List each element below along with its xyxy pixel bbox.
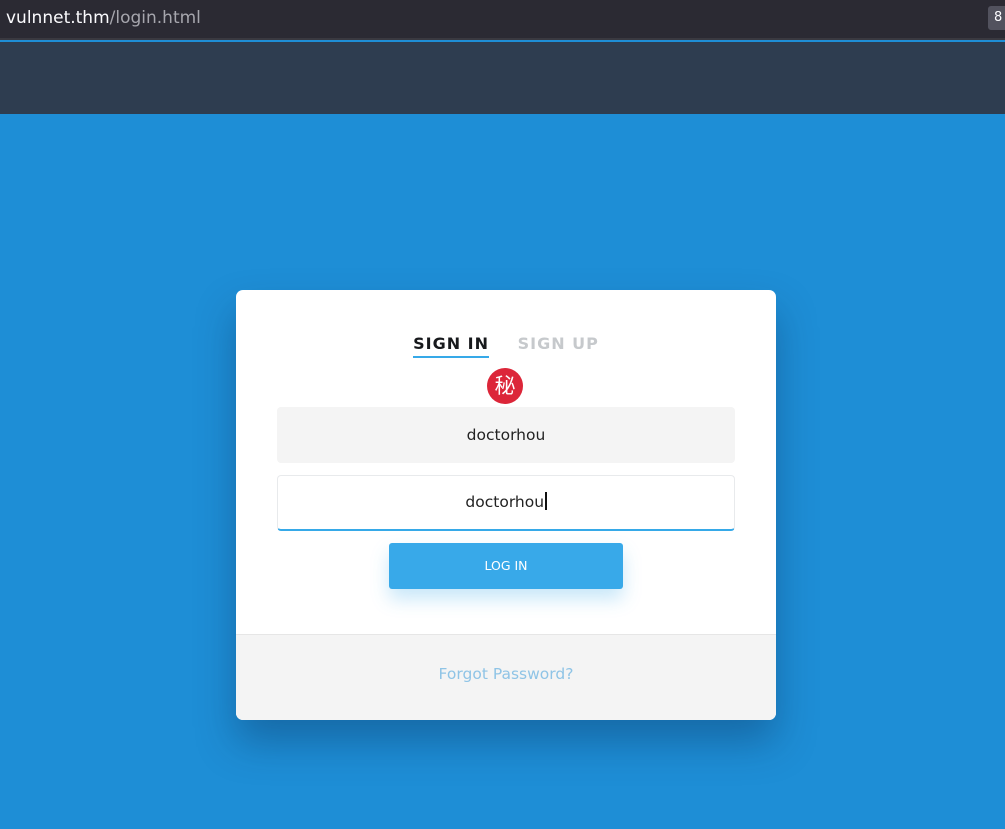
password-value: doctorhou [465,493,545,511]
login-card: SIGN IN SIGN UP 秘 doctorhou doctorhou LO… [236,290,776,720]
url-host: vulnnet.thm [6,8,110,28]
url-path: /login.html [109,8,201,28]
tab-sign-up[interactable]: SIGN UP [518,334,599,353]
url-text[interactable]: vulnnet.thm/login.html [6,7,201,29]
text-caret [545,492,547,510]
username-input[interactable]: doctorhou [277,407,735,463]
secret-logo-icon: 秘 [487,368,523,404]
password-input[interactable]: doctorhou [277,475,735,531]
browser-url-bar[interactable]: vulnnet.thm/login.html 8 [0,0,1005,40]
tab-sign-in[interactable]: SIGN IN [413,334,490,358]
login-button[interactable]: LOG IN [389,543,623,589]
card-footer: Forgot Password? [236,634,776,720]
site-top-nav [0,42,1005,114]
forgot-password-link[interactable]: Forgot Password? [439,665,574,683]
username-value: doctorhou [466,426,546,444]
auth-tabs: SIGN IN SIGN UP [236,334,776,358]
browser-badge[interactable]: 8 [988,6,1005,30]
